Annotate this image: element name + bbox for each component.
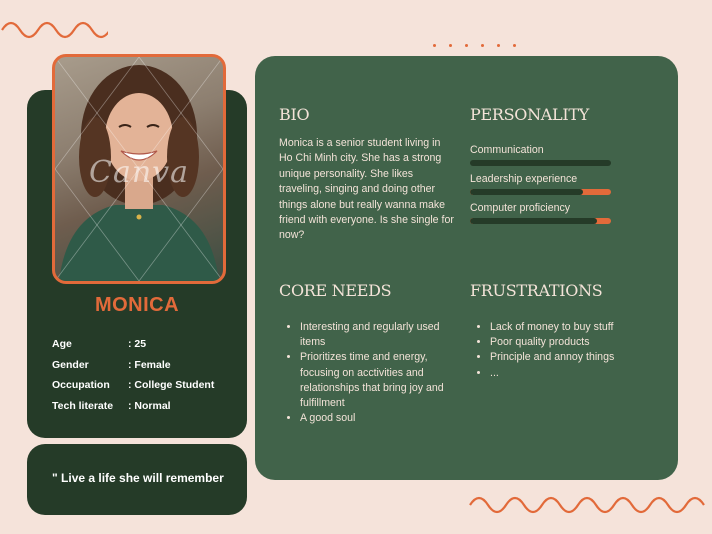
core-needs-title: CORE NEEDS xyxy=(279,281,392,300)
bio-text: Monica is a senior student living in Ho … xyxy=(279,137,454,242)
profile-photo: Canva xyxy=(52,54,226,284)
personality-trait: Leadership experience xyxy=(470,173,620,195)
info-label: Tech literate xyxy=(52,399,114,412)
frustrations-list-container: Lack of money to buy stuff Poor quality … xyxy=(470,320,660,381)
info-value: : Normal xyxy=(128,399,171,412)
photo-watermark: Canva xyxy=(89,155,189,190)
info-value: : Female xyxy=(128,358,171,371)
list-item: ... xyxy=(490,366,660,381)
persona-info-list: Age : 25 Gender : Female Occupation : Co… xyxy=(52,334,242,416)
personality-trait: Computer proficiency xyxy=(470,202,620,224)
wave-decoration-top-left xyxy=(1,21,108,39)
list-item: Interesting and regularly used items xyxy=(300,320,450,350)
info-label: Occupation xyxy=(52,379,110,392)
trait-bar-track xyxy=(470,189,611,195)
info-row-gender: Gender : Female xyxy=(52,355,242,376)
core-needs-list: Interesting and regularly used items Pri… xyxy=(280,320,450,426)
wave-decoration-bottom-right xyxy=(469,496,705,514)
trait-bar-fill xyxy=(470,189,583,195)
bio-title: BIO xyxy=(279,105,310,124)
trait-bar-track xyxy=(470,160,611,166)
list-item: A good soul xyxy=(300,411,450,426)
info-value: : College Student xyxy=(128,379,215,392)
frustrations-title: FRUSTRATIONS xyxy=(470,281,603,300)
info-label: Age xyxy=(52,338,72,351)
info-row-age: Age : 25 xyxy=(52,334,242,355)
list-item: Lack of money to buy stuff xyxy=(490,320,660,335)
trait-bar-track xyxy=(470,218,611,224)
info-label: Gender xyxy=(52,358,89,371)
list-item: Principle and annoy things xyxy=(490,350,660,365)
info-value: : 25 xyxy=(128,338,147,351)
trait-label: Communication xyxy=(470,144,544,156)
persona-quote: " Live a life she will remember xyxy=(52,471,224,485)
trait-label: Computer proficiency xyxy=(470,202,571,214)
info-row-occupation: Occupation : College Student xyxy=(52,375,242,396)
persona-name: MONICA xyxy=(94,294,180,316)
list-item: Prioritizes time and energy, focusing on… xyxy=(300,350,450,411)
info-row-tech-literate: Tech literate : Normal xyxy=(52,396,242,417)
personality-bars: Communication Leadership experience Comp… xyxy=(470,144,620,231)
frustrations-list: Lack of money to buy stuff Poor quality … xyxy=(470,320,660,381)
personality-title: PERSONALITY xyxy=(470,105,590,124)
list-item: Poor quality products xyxy=(490,335,660,350)
trait-bar-fill xyxy=(470,218,597,224)
trait-label: Leadership experience xyxy=(470,173,578,185)
core-needs-list-container: Interesting and regularly used items Pri… xyxy=(280,320,450,426)
personality-trait: Communication xyxy=(470,144,620,166)
